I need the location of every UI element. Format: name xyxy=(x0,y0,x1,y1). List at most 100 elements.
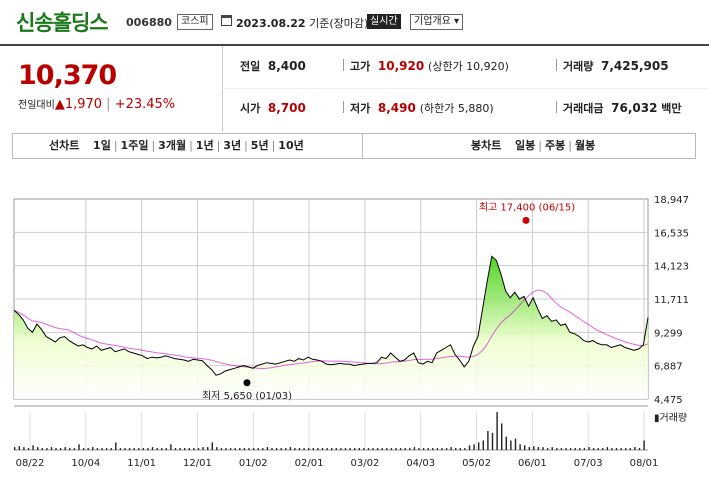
volume-bar xyxy=(399,448,402,450)
volume-bar xyxy=(170,444,172,450)
volume-bar xyxy=(445,448,448,450)
volume-bar xyxy=(248,448,250,450)
x-tick-label: 06/01 xyxy=(518,458,547,469)
volume-bar xyxy=(124,448,126,450)
volume-bar xyxy=(82,448,85,450)
volume-bar xyxy=(592,448,595,450)
volume-bar xyxy=(556,448,558,450)
volume-bar xyxy=(643,440,645,450)
volume-bar xyxy=(115,442,117,450)
volume-bar xyxy=(303,448,305,450)
volume-bar xyxy=(597,448,599,450)
volume-bar xyxy=(620,448,622,450)
volume-bar xyxy=(161,448,163,450)
volume-bar xyxy=(207,447,209,450)
volume-bar xyxy=(376,448,379,450)
y-tick-label: 14,123 xyxy=(654,262,689,273)
volume-bar xyxy=(239,448,241,450)
volume-bar xyxy=(569,448,572,450)
volume-bar xyxy=(363,448,365,450)
volume-bar xyxy=(211,442,213,450)
volume-bar xyxy=(533,446,535,450)
volume-bar xyxy=(50,447,53,450)
x-tick-label: 02/01 xyxy=(295,458,324,469)
volume-bar xyxy=(271,448,273,450)
x-tick-label: 11/01 xyxy=(127,458,156,469)
volume-bar xyxy=(179,448,181,450)
volume-bar xyxy=(188,448,190,450)
y-tick-label: 11,711 xyxy=(654,295,689,306)
low-annotation: 최저 5,650 (01/03) xyxy=(202,390,292,402)
volume-bar xyxy=(289,447,292,450)
volume-bar xyxy=(87,448,89,450)
volume-bar xyxy=(252,448,255,450)
volume-bar xyxy=(18,446,20,450)
volume-bar xyxy=(413,447,416,450)
volume-bar xyxy=(266,447,269,450)
volume-bar xyxy=(409,448,411,450)
volume-bar xyxy=(354,448,356,450)
volume-bar xyxy=(110,448,112,450)
volume-bar xyxy=(519,444,521,450)
volume-bar xyxy=(308,448,310,450)
volume-bar xyxy=(386,448,388,450)
volume-bar xyxy=(69,448,71,450)
volume-bar xyxy=(390,448,393,450)
volume-bar xyxy=(243,448,246,450)
volume-bar xyxy=(142,448,144,450)
volume-bar xyxy=(294,448,296,450)
volume-bar xyxy=(464,448,466,450)
volume-bar xyxy=(436,448,439,450)
volume-bar xyxy=(349,448,351,450)
x-tick-label: 07/03 xyxy=(574,458,603,469)
volume-bar xyxy=(128,448,131,450)
x-tick-label: 08/22 xyxy=(16,458,45,469)
volume-bar xyxy=(312,448,314,450)
volume-bar xyxy=(225,448,227,450)
volume-bar xyxy=(285,448,287,450)
volume-bar xyxy=(611,448,613,450)
volume-bar xyxy=(422,448,425,450)
volume-bar xyxy=(606,447,609,450)
volume-bar xyxy=(335,448,337,450)
volume-bar xyxy=(473,444,475,450)
volume-bar xyxy=(197,448,200,450)
volume-bar xyxy=(298,448,301,450)
volume-bar xyxy=(478,442,480,450)
volume-bar xyxy=(151,447,154,450)
volume-bar xyxy=(59,448,62,450)
volume-bar xyxy=(344,448,347,450)
volume-bar xyxy=(491,432,494,450)
volume-bar xyxy=(514,438,517,450)
volume-bar xyxy=(432,448,434,450)
volume-bar xyxy=(23,447,25,450)
volume-bar xyxy=(234,448,236,450)
volume-bar xyxy=(262,448,264,450)
volume-bar xyxy=(73,448,76,450)
volume-bar xyxy=(441,448,443,450)
volume-bar xyxy=(367,448,370,450)
volume-bar xyxy=(505,436,507,450)
x-tick-label: 12/01 xyxy=(183,458,212,469)
volume-bar xyxy=(193,448,195,450)
volume-bar xyxy=(537,447,540,450)
volume-bar xyxy=(229,448,232,450)
volume-bar xyxy=(542,447,544,450)
volume-bar xyxy=(156,448,158,450)
volume-bar xyxy=(37,447,39,450)
volume-bar xyxy=(487,431,489,450)
volume-bar xyxy=(615,448,618,450)
volume-bar xyxy=(524,445,526,451)
volume-bar xyxy=(455,448,457,450)
volume-bar xyxy=(133,448,135,450)
volume-bar xyxy=(602,448,604,450)
volume-bar xyxy=(629,448,631,450)
volume-bar xyxy=(496,412,498,450)
volume-bar xyxy=(41,448,43,450)
volume-bar xyxy=(321,448,324,450)
volume-bar xyxy=(257,448,259,450)
volume-bar xyxy=(395,448,397,450)
price-chart: 18,947 16,535 14,123 11,711 9,299 6,887 4,475 0… xyxy=(13,195,689,469)
volume-bar xyxy=(220,448,223,450)
volume-bar xyxy=(565,448,567,450)
